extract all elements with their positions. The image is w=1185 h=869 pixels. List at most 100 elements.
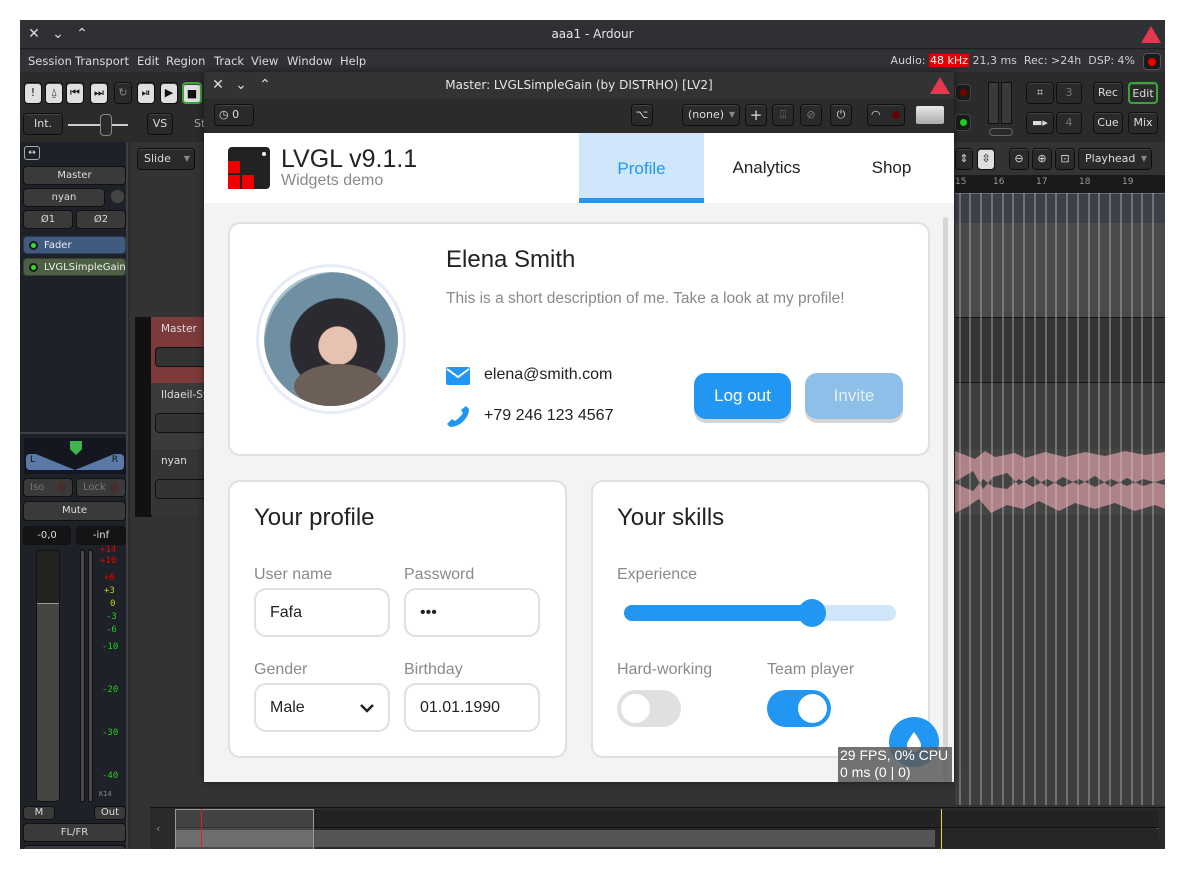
mini-meter-reset[interactable] bbox=[989, 128, 1013, 136]
latency-button[interactable]: ◷ 0 bbox=[214, 104, 254, 126]
menu-view[interactable]: View bbox=[251, 50, 278, 72]
bypass-icon[interactable]: ⏻ bbox=[830, 104, 852, 126]
menu-window[interactable]: Window bbox=[287, 50, 332, 72]
strip-name-button[interactable]: Master bbox=[23, 166, 126, 185]
zoom-focus-select[interactable]: Playhead ▼ bbox=[1078, 148, 1152, 170]
peak-display[interactable]: -inf bbox=[76, 526, 126, 545]
zoom-out-icon[interactable]: ⊖ bbox=[1009, 148, 1029, 170]
plugin-lvglsimplegain[interactable]: LVGLSimpleGain bbox=[23, 258, 126, 276]
invite-button[interactable]: Invite bbox=[805, 373, 903, 419]
menu-region[interactable]: Region bbox=[166, 50, 205, 72]
loop-icon[interactable]: ↻ bbox=[114, 82, 132, 104]
scroll-left-icon[interactable]: ‹ bbox=[156, 822, 160, 835]
hardworking-switch[interactable] bbox=[617, 690, 681, 727]
gain-fader[interactable] bbox=[36, 550, 60, 802]
alert-icon[interactable]: ! bbox=[24, 82, 42, 104]
gender-dropdown[interactable]: Male bbox=[254, 683, 390, 732]
pin-routing-icon[interactable]: ⌥ bbox=[631, 104, 653, 126]
button-3[interactable]: 3 bbox=[1056, 82, 1082, 104]
vs-button[interactable]: VS bbox=[147, 113, 173, 135]
shuttle-slider-handle[interactable] bbox=[100, 114, 112, 136]
monitor-button[interactable]: M bbox=[23, 806, 55, 820]
profile-phone: +79 246 123 4567 bbox=[484, 407, 614, 424]
cue-window-button[interactable]: Cue bbox=[1093, 112, 1123, 134]
menu-edit[interactable]: Edit bbox=[137, 50, 159, 72]
your-skills-card: Your skills Experience Hard-working Team… bbox=[591, 480, 930, 758]
mute-button[interactable]: Mute bbox=[23, 501, 126, 521]
gain-display[interactable]: -0,0 bbox=[23, 526, 71, 545]
timeline-ruler[interactable]: 15 16 17 18 19 bbox=[955, 175, 1165, 193]
iso-button[interactable]: Iso bbox=[23, 478, 73, 497]
automation-button[interactable]: ◠ bbox=[867, 104, 905, 126]
plugin-active-led[interactable] bbox=[29, 263, 38, 272]
ardour-logo-icon bbox=[930, 77, 950, 94]
perf-monitor: 29 FPS, 0% CPU 0 ms (0 | 0) bbox=[838, 747, 952, 782]
zoom-in-icon[interactable]: ⊕ bbox=[1032, 148, 1052, 170]
mix-window-button[interactable]: Mix bbox=[1128, 112, 1158, 134]
goto-start-icon[interactable]: ⏮ bbox=[66, 82, 84, 104]
stop-icon[interactable]: ■ bbox=[182, 82, 202, 104]
comments-button[interactable]: Comments bbox=[23, 845, 126, 849]
int-button[interactable]: Int. bbox=[23, 113, 63, 135]
rec-led[interactable] bbox=[955, 84, 971, 101]
width-toggle-icon[interactable]: ↔ bbox=[24, 146, 40, 160]
plugin-window: ✕ ⌄ ⌃ Master: LVGLSimpleGain (by DISTRHO… bbox=[204, 72, 954, 782]
input-button[interactable]: nyan bbox=[23, 188, 105, 207]
shrink-tracks-icon[interactable]: ⇕ bbox=[955, 148, 973, 170]
teamplayer-switch[interactable] bbox=[767, 690, 831, 727]
panner[interactable]: L R bbox=[24, 438, 126, 474]
save-preset-icon[interactable]: ⍗ bbox=[772, 104, 794, 126]
play-led[interactable] bbox=[955, 114, 971, 131]
editor-summary[interactable]: ‹ › bbox=[150, 807, 1165, 849]
record-indicator[interactable] bbox=[1143, 53, 1161, 70]
metronome-icon[interactable]: ⍙ bbox=[45, 82, 63, 104]
dropdown-arrow-icon: ▼ bbox=[183, 154, 190, 163]
ruler-mark: 17 bbox=[1036, 177, 1048, 187]
logout-button[interactable]: Log out bbox=[694, 373, 791, 419]
video-icon[interactable]: ▬▸ bbox=[1026, 112, 1054, 134]
play-icon[interactable]: ▶ bbox=[160, 82, 178, 104]
slider-knob[interactable] bbox=[798, 599, 826, 627]
pan-position-icon[interactable] bbox=[70, 441, 82, 455]
preset-select[interactable]: (none) ▼ bbox=[682, 104, 740, 126]
menu-help[interactable]: Help bbox=[340, 50, 366, 72]
keyboard-icon[interactable] bbox=[916, 106, 944, 124]
zoom-session-icon[interactable]: ⊡ bbox=[1055, 148, 1075, 170]
add-preset-icon[interactable]: + bbox=[745, 104, 767, 126]
username-input[interactable]: Fafa bbox=[254, 588, 390, 637]
phase-invert-1[interactable]: Ø1 bbox=[23, 210, 73, 229]
output-button[interactable]: FL/FR bbox=[23, 823, 126, 842]
play-range-icon[interactable]: ⏯ bbox=[137, 82, 155, 104]
expand-tracks-icon[interactable]: ⇳ bbox=[977, 148, 995, 170]
crop-icon[interactable]: ⌗ bbox=[1026, 82, 1054, 104]
plugin-active-led[interactable] bbox=[29, 241, 38, 250]
rec-window-button[interactable]: Rec bbox=[1093, 82, 1123, 104]
menu-track[interactable]: Track bbox=[214, 50, 244, 72]
window-title: aaa1 - Ardour bbox=[551, 27, 634, 41]
phase-invert-2[interactable]: Ø2 bbox=[76, 210, 126, 229]
button-4[interactable]: 4 bbox=[1056, 112, 1082, 134]
tab-analytics[interactable]: Analytics bbox=[704, 133, 829, 203]
lock-button[interactable]: Lock bbox=[76, 478, 126, 497]
summary-viewport[interactable] bbox=[175, 809, 314, 849]
edit-mode-select[interactable]: Slide ▼ bbox=[137, 148, 195, 170]
avatar bbox=[256, 264, 406, 414]
plugin-fader[interactable]: Fader bbox=[23, 236, 126, 254]
status-bar: Audio: 48 kHz 21,3 ms Rec: >24h DSP: 4% bbox=[891, 50, 1135, 72]
trim-knob[interactable] bbox=[109, 188, 126, 205]
tab-shop[interactable]: Shop bbox=[829, 133, 954, 203]
scrollbar[interactable] bbox=[943, 217, 948, 782]
playhead-marker bbox=[201, 809, 202, 849]
gender-label: Gender bbox=[254, 661, 308, 678]
experience-slider[interactable] bbox=[624, 599, 896, 627]
edit-window-button[interactable]: Edit bbox=[1128, 82, 1158, 104]
tab-profile[interactable]: Profile bbox=[579, 133, 704, 203]
menu-session[interactable]: Session bbox=[28, 50, 72, 72]
out-button[interactable]: Out bbox=[94, 806, 126, 820]
menu-transport[interactable]: Transport bbox=[75, 50, 129, 72]
delete-preset-icon[interactable]: ⊘ bbox=[800, 104, 822, 126]
goto-end-icon[interactable]: ⏭ bbox=[90, 82, 108, 104]
plugin-name: LVGLSimpleGain bbox=[44, 262, 126, 273]
password-input[interactable]: ••• bbox=[404, 588, 540, 637]
birthday-input[interactable]: 01.01.1990 bbox=[404, 683, 540, 732]
